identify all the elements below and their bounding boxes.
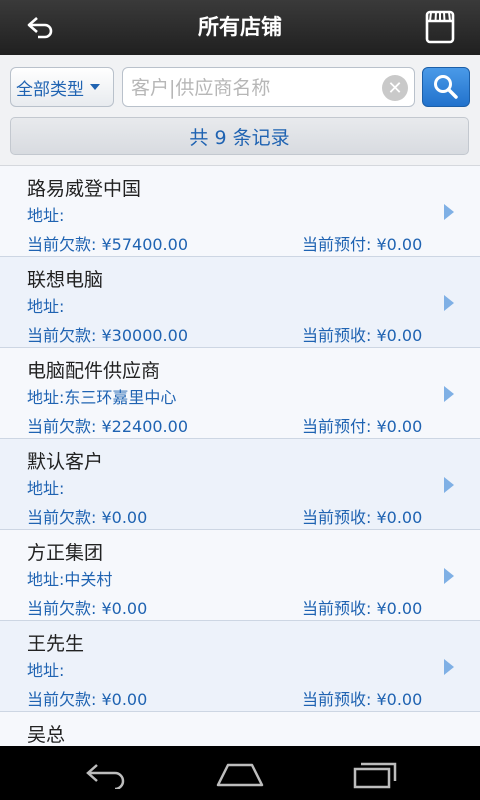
item-address: 地址: xyxy=(27,479,65,498)
list-item[interactable]: 联想电脑 地址: 当前欠款: ¥30000.00 当前预收: ¥0.00 xyxy=(0,257,480,348)
item-name: 路易威登中国 xyxy=(27,178,142,200)
nav-recent-apps-icon xyxy=(353,762,397,789)
record-count-bar: 共 9 条记录 xyxy=(10,117,469,155)
top-app-bar: 所有店铺 xyxy=(0,0,480,56)
customer-list[interactable]: 路易威登中国 地址: 当前欠款: ¥57400.00 当前预付: ¥0.00 联… xyxy=(0,166,480,746)
list-item[interactable]: 吴总 xyxy=(0,712,480,746)
nav-recent-button[interactable] xyxy=(340,754,410,794)
store-icon xyxy=(425,10,455,44)
chevron-right-icon xyxy=(444,659,454,675)
item-address: 地址: xyxy=(27,297,65,316)
type-filter-dropdown[interactable]: 全部类型 xyxy=(10,67,114,107)
item-debt: 当前欠款: ¥0.00 xyxy=(27,690,148,709)
chevron-right-icon xyxy=(444,204,454,220)
system-nav-bar xyxy=(0,746,480,800)
chevron-right-icon xyxy=(444,386,454,402)
item-prepay: 当前预收: ¥0.00 xyxy=(302,326,423,345)
item-address: 地址:东三环嘉里中心 xyxy=(27,388,177,407)
item-name: 吴总 xyxy=(27,724,66,746)
caret-down-icon xyxy=(90,84,100,90)
item-debt: 当前欠款: ¥0.00 xyxy=(27,599,148,618)
search-icon xyxy=(434,75,458,99)
item-name: 王先生 xyxy=(27,633,85,655)
item-prepay: 当前预付: ¥0.00 xyxy=(302,235,423,254)
nav-back-button[interactable] xyxy=(72,754,142,794)
item-prepay: 当前预收: ¥0.00 xyxy=(302,508,423,527)
item-name: 联想电脑 xyxy=(27,269,104,291)
filter-bar: 全部类型 ✕ 共 9 条记录 xyxy=(0,55,480,166)
search-input[interactable] xyxy=(129,72,383,104)
item-address: 地址: xyxy=(27,206,65,225)
list-item[interactable]: 默认客户 地址: 当前欠款: ¥0.00 当前预收: ¥0.00 xyxy=(0,439,480,530)
list-item[interactable]: 电脑配件供应商 地址:东三环嘉里中心 当前欠款: ¥22400.00 当前预付:… xyxy=(0,348,480,439)
list-item[interactable]: 王先生 地址: 当前欠款: ¥0.00 当前预收: ¥0.00 xyxy=(0,621,480,712)
item-name: 电脑配件供应商 xyxy=(27,360,161,382)
nav-home-button[interactable] xyxy=(205,754,275,794)
page-title: 所有店铺 xyxy=(198,15,282,39)
nav-back-icon xyxy=(86,764,125,789)
nav-home-icon xyxy=(216,763,264,787)
item-prepay: 当前预收: ¥0.00 xyxy=(302,690,423,709)
item-prepay: 当前预付: ¥0.00 xyxy=(302,417,423,436)
item-name: 默认客户 xyxy=(27,451,104,473)
item-debt: 当前欠款: ¥57400.00 xyxy=(27,235,189,254)
chevron-right-icon xyxy=(444,568,454,584)
type-filter-label: 全部类型 xyxy=(16,79,84,100)
list-item[interactable]: 路易威登中国 地址: 当前欠款: ¥57400.00 当前预付: ¥0.00 xyxy=(0,166,480,257)
item-debt: 当前欠款: ¥22400.00 xyxy=(27,417,189,436)
item-address: 地址: xyxy=(27,661,65,680)
item-name: 方正集团 xyxy=(27,542,104,564)
item-debt: 当前欠款: ¥30000.00 xyxy=(27,326,189,345)
store-button[interactable] xyxy=(422,8,458,46)
search-button[interactable] xyxy=(422,67,470,107)
clear-icon[interactable]: ✕ xyxy=(382,75,408,101)
item-debt: 当前欠款: ¥0.00 xyxy=(27,508,148,527)
search-box: ✕ xyxy=(122,67,415,107)
item-address: 地址:中关村 xyxy=(27,570,113,589)
chevron-right-icon xyxy=(444,295,454,311)
list-item[interactable]: 方正集团 地址:中关村 当前欠款: ¥0.00 当前预收: ¥0.00 xyxy=(0,530,480,621)
chevron-right-icon xyxy=(444,477,454,493)
item-prepay: 当前预收: ¥0.00 xyxy=(302,599,423,618)
